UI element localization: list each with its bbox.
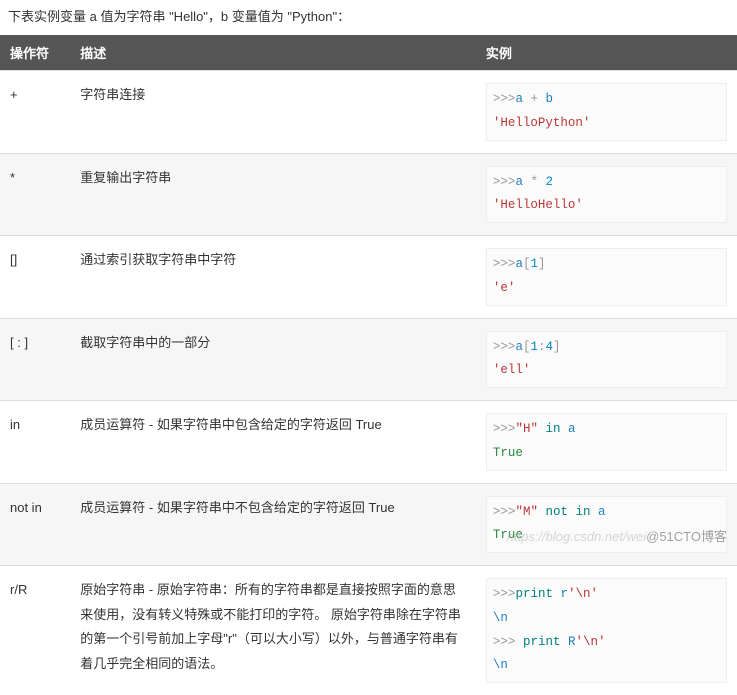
- code-token: a: [515, 257, 523, 271]
- example-cell: >>>a[1] 'e': [476, 236, 737, 319]
- example-cell: >>>a * 2 'HelloHello': [476, 153, 737, 236]
- header-operator: 操作符: [0, 35, 70, 71]
- example-cell: >>>"H" in a True: [476, 401, 737, 484]
- code-token: >>>: [493, 257, 516, 271]
- code-token: >>>: [493, 635, 523, 649]
- operator-cell: not in: [0, 483, 70, 566]
- code-token: "M": [515, 505, 538, 519]
- code-token: *: [530, 175, 538, 189]
- operator-cell: *: [0, 153, 70, 236]
- code-token: print: [515, 587, 560, 601]
- operator-cell: r/R: [0, 566, 70, 695]
- code-line: 'e': [493, 277, 720, 301]
- code-token: 2: [538, 175, 553, 189]
- code-token: 1: [530, 257, 538, 271]
- intro-text: 下表实例变量 a 值为字符串 "Hello"，b 变量值为 "Python"：: [0, 0, 737, 35]
- code-line: 'ell': [493, 359, 720, 383]
- watermark-faint: https://blog.csdn.net/wei: [507, 529, 646, 544]
- operator-cell: in: [0, 401, 70, 484]
- code-token: ]: [538, 257, 546, 271]
- code-token: 4: [546, 340, 554, 354]
- code-block: >>>print r'\n'\n>>> print R'\n'\n: [486, 578, 727, 683]
- code-line: >>>a[1]: [493, 253, 720, 277]
- code-block: >>>"H" in a True: [486, 413, 727, 471]
- code-token: ]: [553, 340, 561, 354]
- code-line: >>>a * 2: [493, 171, 720, 195]
- header-example: 实例: [476, 35, 737, 71]
- code-line: >>>print r'\n': [493, 583, 720, 607]
- code-token: >>>: [493, 422, 516, 436]
- code-line: >>>"M" not in a: [493, 501, 720, 525]
- code-token: >>>: [493, 340, 516, 354]
- description-cell: 成员运算符 - 如果字符串中包含给定的字符返回 True: [70, 401, 476, 484]
- description-cell: 字符串连接: [70, 71, 476, 154]
- code-token: >>>: [493, 505, 516, 519]
- code-token: in: [538, 422, 568, 436]
- code-block: >>>a[1] 'e': [486, 248, 727, 306]
- code-token: 1: [530, 340, 538, 354]
- code-token: R: [568, 635, 576, 649]
- code-line: >>>a[1:4]: [493, 336, 720, 360]
- operator-cell: +: [0, 71, 70, 154]
- description-cell: 通过索引获取字符串中字符: [70, 236, 476, 319]
- operators-table: 操作符 描述 实例 +字符串连接>>>a + b'HelloPython'*重复…: [0, 35, 737, 695]
- code-block: >>>a[1:4] 'ell': [486, 331, 727, 389]
- table-row: *重复输出字符串>>>a * 2'HelloHello': [0, 153, 737, 236]
- code-token: >>>: [493, 587, 516, 601]
- code-block: >>>a + b 'HelloPython': [486, 83, 727, 141]
- code-line: >>> print R'\n': [493, 631, 720, 655]
- table-row: []通过索引获取字符串中字符 >>>a[1] 'e': [0, 236, 737, 319]
- code-token: 'HelloPython': [493, 116, 591, 130]
- code-token: >>>: [493, 175, 516, 189]
- code-token: 'ell': [493, 363, 531, 377]
- example-cell: >>>a[1:4] 'ell': [476, 318, 737, 401]
- code-token: a: [598, 505, 606, 519]
- code-token: True: [493, 446, 523, 460]
- code-token: 'e': [493, 281, 516, 295]
- code-token: a: [515, 175, 530, 189]
- description-cell: 原始字符串 - 原始字符串：所有的字符串都是直接按照字面的意思来使用，没有转义特…: [70, 566, 476, 695]
- table-row: +字符串连接>>>a + b'HelloPython': [0, 71, 737, 154]
- description-cell: 成员运算符 - 如果字符串中不包含给定的字符返回 True: [70, 483, 476, 566]
- example-cell: >>>a + b 'HelloPython': [476, 71, 737, 154]
- code-line: True: [493, 442, 720, 466]
- code-token: a: [515, 92, 530, 106]
- description-cell: 重复输出字符串: [70, 153, 476, 236]
- code-token: "H": [515, 422, 538, 436]
- header-description: 描述: [70, 35, 476, 71]
- code-line: \n: [493, 607, 720, 631]
- code-token: \n: [493, 658, 508, 672]
- code-line: 'HelloPython': [493, 112, 720, 136]
- code-token: print: [523, 635, 568, 649]
- code-line: >>>a + b: [493, 88, 720, 112]
- code-token: a: [568, 422, 576, 436]
- code-block: >>>a * 2 'HelloHello': [486, 166, 727, 224]
- code-token: b: [538, 92, 553, 106]
- example-cell: >>>"M" not in aTrue: [476, 483, 737, 566]
- code-token: not in: [538, 505, 598, 519]
- description-cell: 截取字符串中的一部分: [70, 318, 476, 401]
- code-token: '\n': [575, 635, 605, 649]
- operator-cell: [ : ]: [0, 318, 70, 401]
- watermark-strong: @51CTO博客: [646, 529, 727, 544]
- operator-cell: []: [0, 236, 70, 319]
- code-token: '\n': [568, 587, 598, 601]
- watermark: https://blog.csdn.net/wei@51CTO博客: [507, 526, 727, 545]
- code-line: \n: [493, 654, 720, 678]
- table-row: not in成员运算符 - 如果字符串中不包含给定的字符返回 True>>>"M…: [0, 483, 737, 566]
- table-row: in成员运算符 - 如果字符串中包含给定的字符返回 True>>>"H" in …: [0, 401, 737, 484]
- example-cell: >>>print r'\n'\n>>> print R'\n'\n: [476, 566, 737, 695]
- code-token: 'HelloHello': [493, 198, 583, 212]
- table-row: r/R原始字符串 - 原始字符串：所有的字符串都是直接按照字面的意思来使用，没有…: [0, 566, 737, 695]
- code-line: 'HelloHello': [493, 194, 720, 218]
- code-token: a: [515, 340, 523, 354]
- code-token: >>>: [493, 92, 516, 106]
- code-token: +: [530, 92, 538, 106]
- code-token: r: [560, 587, 568, 601]
- code-token: :: [538, 340, 546, 354]
- code-line: >>>"H" in a: [493, 418, 720, 442]
- code-token: \n: [493, 611, 508, 625]
- table-row: [ : ]截取字符串中的一部分 >>>a[1:4] 'ell': [0, 318, 737, 401]
